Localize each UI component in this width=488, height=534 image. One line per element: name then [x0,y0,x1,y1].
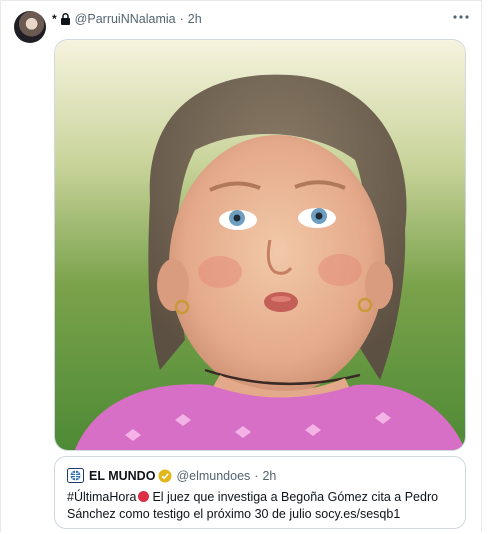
tweet-image[interactable] [54,39,466,451]
separator-dot: · [254,468,259,483]
quoted-tweet-text: #ÚltimaHora El juez que investiga a Begoñ… [67,489,455,523]
tweet-header: * @ParruiNNalamia · 2h [52,10,468,28]
red-circle-icon [138,491,150,502]
el-mundo-logo-icon[interactable] [67,468,84,483]
quoted-tweet-header: EL MUNDO @elmundoes · 2h [67,467,455,484]
quoted-handle[interactable]: @elmundoes [176,469,250,483]
quoted-source-name[interactable]: EL MUNDO [89,469,155,483]
display-name[interactable]: * [52,12,57,26]
hashtag-link[interactable]: #ÚltimaHora [67,490,136,504]
more-options-icon[interactable] [452,10,470,24]
user-avatar[interactable] [14,11,46,43]
tweet-time[interactable]: 2h [188,12,202,26]
user-handle[interactable]: @ParruiNNalamia [75,12,176,26]
separator-dot: · [179,12,184,26]
quoted-tweet[interactable]: EL MUNDO @elmundoes · 2h #ÚltimaHora El j… [54,456,466,529]
quoted-time[interactable]: 2h [262,469,276,483]
gold-verified-icon [158,469,172,483]
lock-icon [60,13,71,25]
